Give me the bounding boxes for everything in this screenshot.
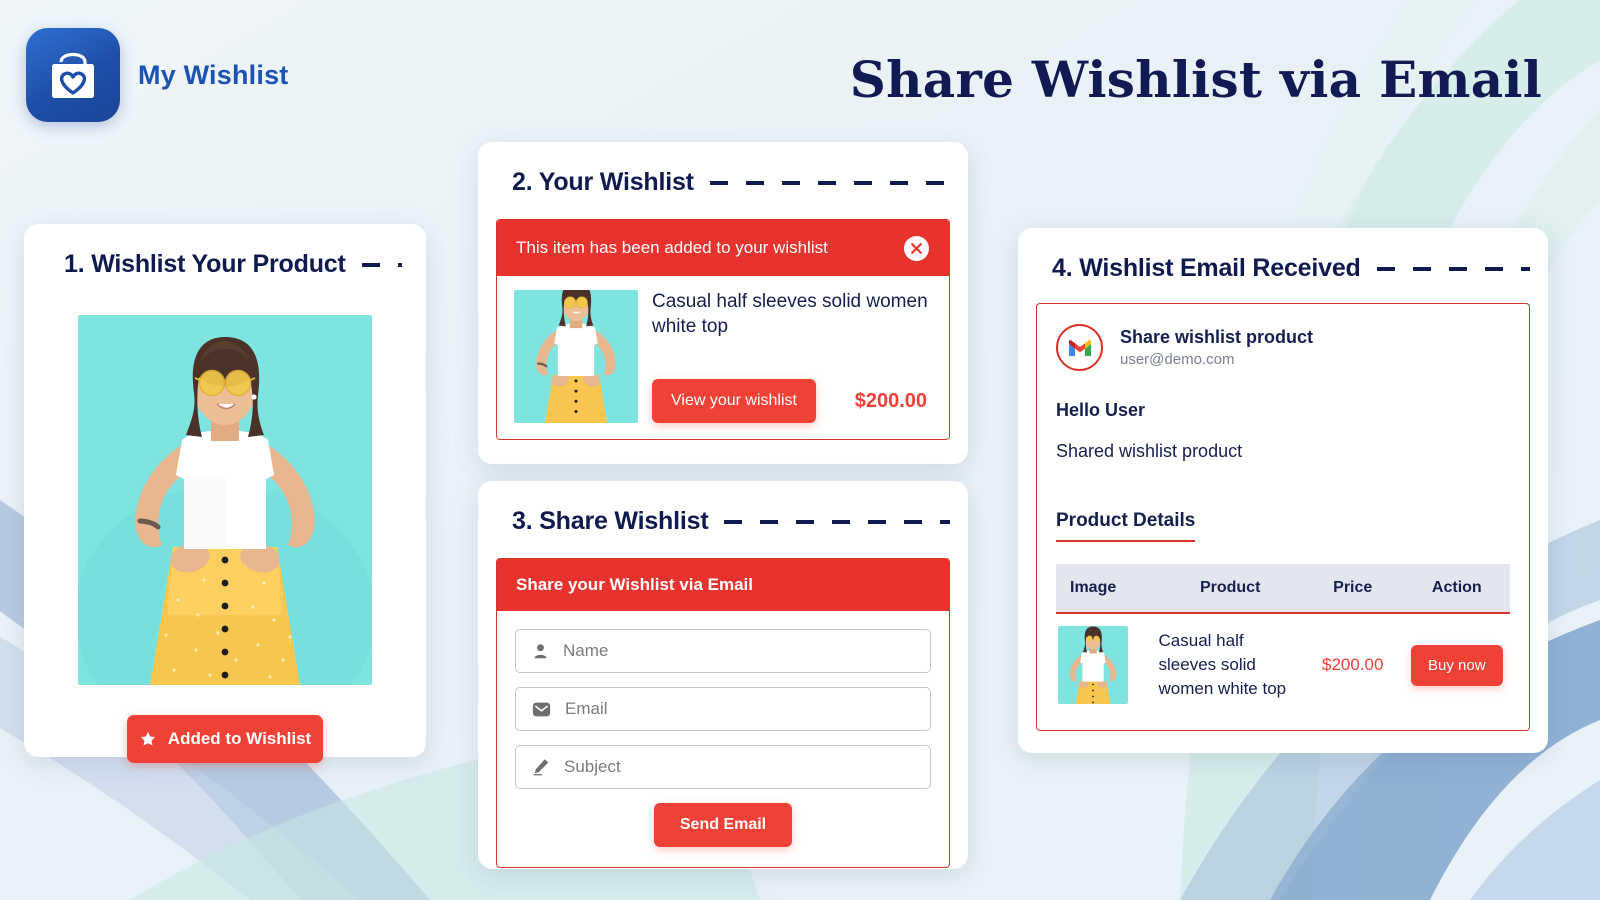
name-input[interactable]: Name <box>515 629 931 673</box>
card2-step-title: 2. Your Wishlist <box>512 168 694 196</box>
wishlist-item-row: Casual half sleeves solid women white to… <box>497 276 949 439</box>
gmail-m-glyph <box>1068 339 1091 356</box>
send-email-button[interactable]: Send Email <box>653 803 793 847</box>
wishlist-item-price: $200.00 <box>854 389 927 412</box>
column-action: Action <box>1403 564 1510 614</box>
app-logo <box>26 28 120 122</box>
close-icon[interactable] <box>904 235 929 261</box>
card4-step-title: 4. Wishlist Email Received <box>1052 254 1361 282</box>
email-preview-panel: Share wishlist product user@demo.com Hel… <box>1036 303 1530 731</box>
card-share-wishlist: 3. Share Wishlist Share your Wishlist vi… <box>478 481 968 869</box>
email-greeting: Hello User <box>1056 400 1146 420</box>
cell-price: $200.00 <box>1321 655 1384 674</box>
product-details-table: Image Product Price Action Casual half s… <box>1056 564 1510 716</box>
subject-input-placeholder: Subject <box>564 757 621 776</box>
share-form-header: Share your Wishlist via Email <box>497 559 949 611</box>
view-your-wishlist-button[interactable]: View your wishlist <box>652 379 816 423</box>
card-your-wishlist: 2. Your Wishlist This item has been adde… <box>478 142 968 464</box>
column-price: Price <box>1301 564 1404 614</box>
wishlist-item-thumbnail <box>514 290 638 423</box>
wishlist-alert-text: This item has been added to your wishlis… <box>516 238 828 257</box>
card1-step-title: 1. Wishlist Your Product <box>64 250 346 278</box>
woman-white-top-photo-thumb <box>514 290 638 423</box>
subject-input[interactable]: Subject <box>515 745 931 789</box>
wishlist-item-actions: View your wishlist $200.00 <box>652 379 933 423</box>
card1-header: 1. Wishlist Your Product <box>64 250 402 279</box>
wishlist-item-name: Casual half sleeves solid women white to… <box>652 291 928 337</box>
share-form-body: Name Email Subject Send Email <box>497 611 949 867</box>
card4-header: 4. Wishlist Email Received <box>1052 254 1530 283</box>
card2-dashed-line <box>709 180 950 185</box>
added-to-wishlist-button[interactable]: Added to Wishlist <box>127 715 323 763</box>
envelope-icon <box>532 702 551 716</box>
product-details-title: Product Details <box>1056 510 1196 542</box>
card3-header: 3. Share Wishlist <box>512 507 950 536</box>
wishlist-item-info: Casual half sleeves solid women white to… <box>652 290 933 423</box>
added-to-wishlist-label: Added to Wishlist <box>167 729 312 748</box>
share-form-panel: Share your Wishlist via Email Name Email <box>496 558 950 868</box>
table-row: Casual half sleeves solid women white to… <box>1056 613 1510 716</box>
shopping-bag-heart-icon <box>52 52 94 98</box>
gmail-icon <box>1056 324 1103 371</box>
table-header: Image Product Price Action <box>1056 564 1510 614</box>
cell-image <box>1056 613 1159 716</box>
pencil-icon <box>533 759 549 776</box>
card2-header: 2. Your Wishlist <box>512 168 950 197</box>
woman-white-top-photo <box>78 315 372 685</box>
page-title: Share Wishlist via Email <box>849 50 1542 109</box>
card1-dashed-line <box>361 262 402 267</box>
email-input[interactable]: Email <box>515 687 931 731</box>
table-header-row: Image Product Price Action <box>1056 564 1510 614</box>
cell-product: Casual half sleeves solid women white to… <box>1159 613 1302 716</box>
email-body-text: Shared wishlist product <box>1056 441 1243 461</box>
column-product: Product <box>1158 564 1302 614</box>
email-input-placeholder: Email <box>565 699 608 718</box>
column-image: Image <box>1056 564 1159 614</box>
card3-dashed-line <box>724 519 950 524</box>
table-body: Casual half sleeves solid women white to… <box>1056 613 1510 716</box>
email-address: user@demo.com <box>1120 351 1235 368</box>
card4-dashed-line <box>1376 266 1530 271</box>
email-sender-row: Share wishlist product user@demo.com <box>1056 324 1510 371</box>
card3-step-title: 3. Share Wishlist <box>512 507 709 535</box>
email-sender-text: Share wishlist product user@demo.com <box>1120 327 1313 368</box>
name-input-placeholder: Name <box>563 641 609 660</box>
close-x-glyph <box>911 242 922 254</box>
card-wishlist-your-product: 1. Wishlist Your Product Added to Wishli… <box>24 224 426 763</box>
product-name: Casual half sleeves solid women white to… <box>1158 631 1287 698</box>
wishlist-panel: This item has been added to your wishlis… <box>496 219 950 440</box>
product-thumbnail <box>1058 626 1128 704</box>
product-image-large <box>78 315 372 685</box>
cell-action: Buy now <box>1404 613 1510 716</box>
email-subject: Share wishlist product <box>1120 327 1314 347</box>
brand-name: My Wishlist <box>138 59 289 90</box>
wishlist-alert: This item has been added to your wishlis… <box>497 220 949 276</box>
brand-header: My Wishlist <box>26 28 288 122</box>
card-wishlist-email-received: 4. Wishlist Email Received Share wishlis… <box>1018 228 1548 753</box>
user-icon <box>534 643 547 658</box>
woman-white-top-photo-small <box>1058 626 1128 704</box>
star-icon <box>140 731 155 746</box>
buy-now-button[interactable]: Buy now <box>1411 644 1503 686</box>
